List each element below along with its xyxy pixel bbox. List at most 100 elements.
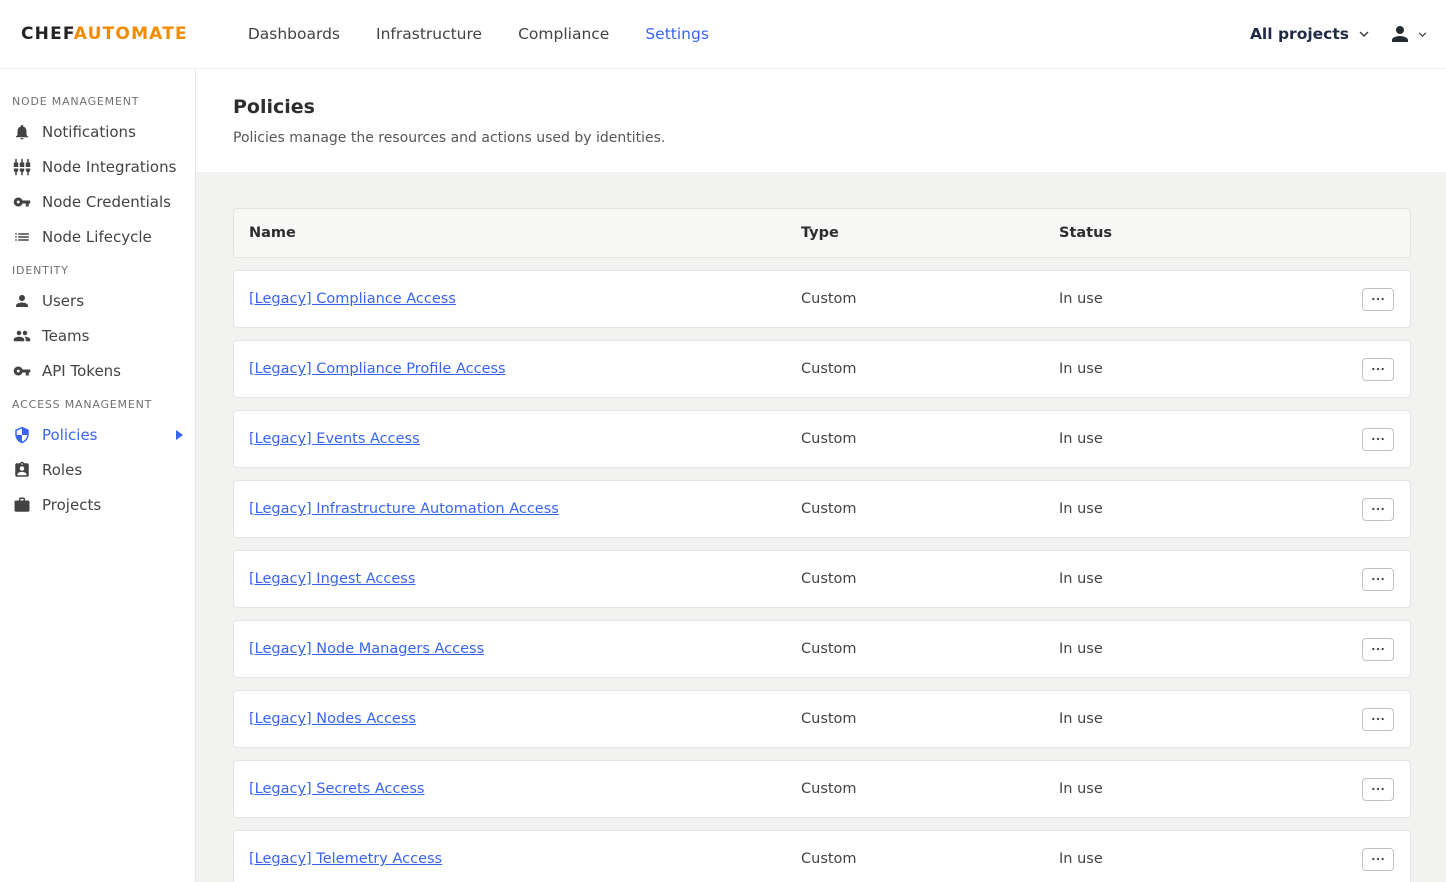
brand-automate: AUTOMATE: [74, 24, 188, 44]
sidebar-section: NODE MANAGEMENT Notifications Node Integ…: [0, 85, 195, 254]
more-options-icon: [1370, 361, 1386, 377]
sidebar-item-label: Policies: [42, 426, 97, 444]
sidebar-section: IDENTITY Users Teams API Tokens: [0, 254, 195, 388]
sidebar-item-label: Users: [42, 292, 84, 310]
sidebar-section-title: ACCESS MANAGEMENT: [0, 388, 195, 417]
policy-type: Custom: [801, 361, 1059, 377]
table-rows: [Legacy] Compliance Access Custom In use…: [233, 270, 1411, 882]
row-more-button[interactable]: [1362, 568, 1394, 591]
sidebar-item-node-integrations[interactable]: Node Integrations: [0, 149, 195, 184]
policy-link[interactable]: [Legacy] Telemetry Access: [249, 851, 442, 867]
chevron-down-icon: [1415, 27, 1430, 42]
more-options-icon: [1370, 711, 1386, 727]
integrations-icon: [12, 157, 31, 176]
sidebar-item-api-tokens[interactable]: API Tokens: [0, 353, 195, 388]
sidebar-item-label: Node Integrations: [42, 158, 176, 176]
policies-table: Name Type Status [Legacy] Compliance Acc…: [196, 172, 1446, 882]
row-more-button[interactable]: [1362, 778, 1394, 801]
policy-link[interactable]: [Legacy] Node Managers Access: [249, 641, 484, 657]
sidebar-item-label: Node Credentials: [42, 193, 171, 211]
main-content: Policies Policies manage the resources a…: [196, 69, 1446, 882]
row-more-button[interactable]: [1362, 428, 1394, 451]
table-row: [Legacy] Compliance Profile Access Custo…: [233, 340, 1411, 398]
sidebar: NODE MANAGEMENT Notifications Node Integ…: [0, 69, 196, 882]
more-options-icon: [1370, 851, 1386, 867]
more-options-icon: [1370, 641, 1386, 657]
row-more-button[interactable]: [1362, 358, 1394, 381]
sidebar-section-title: NODE MANAGEMENT: [0, 85, 195, 114]
topnav-right: All projects: [1250, 21, 1430, 47]
user-menu[interactable]: [1387, 21, 1430, 47]
table-row: [Legacy] Telemetry Access Custom In use: [233, 830, 1411, 882]
nav-item-compliance[interactable]: Compliance: [518, 25, 609, 43]
sidebar-item-node-lifecycle[interactable]: Node Lifecycle: [0, 219, 195, 254]
policy-status: In use: [1059, 361, 1346, 377]
table-row: [Legacy] Events Access Custom In use: [233, 410, 1411, 468]
nav-item-settings[interactable]: Settings: [645, 25, 709, 43]
policy-link[interactable]: [Legacy] Infrastructure Automation Acces…: [249, 501, 559, 517]
sidebar-item-teams[interactable]: Teams: [0, 318, 195, 353]
sidebar-item-label: Node Lifecycle: [42, 228, 152, 246]
policy-type: Custom: [801, 291, 1059, 307]
policy-link[interactable]: [Legacy] Compliance Access: [249, 291, 456, 307]
policy-status: In use: [1059, 501, 1346, 517]
page-header: Policies Policies manage the resources a…: [196, 69, 1446, 172]
chevron-down-icon: [1355, 25, 1373, 43]
row-more-button[interactable]: [1362, 848, 1394, 871]
sidebar-item-users[interactable]: Users: [0, 283, 195, 318]
page-title: Policies: [233, 96, 1410, 118]
policy-type: Custom: [801, 571, 1059, 587]
active-item-arrow-icon: [176, 430, 183, 440]
sidebar-item-label: Notifications: [42, 123, 136, 141]
nav-item-infrastructure[interactable]: Infrastructure: [376, 25, 482, 43]
row-more-button[interactable]: [1362, 638, 1394, 661]
table-row: [Legacy] Secrets Access Custom In use: [233, 760, 1411, 818]
policy-status: In use: [1059, 291, 1346, 307]
projects-dropdown[interactable]: All projects: [1250, 25, 1373, 43]
bell-icon: [12, 122, 31, 141]
sidebar-item-label: Teams: [42, 327, 89, 345]
projects-dropdown-label: All projects: [1250, 25, 1349, 43]
row-more-button[interactable]: [1362, 498, 1394, 521]
row-more-button[interactable]: [1362, 708, 1394, 731]
main-nav: Dashboards Infrastructure Compliance Settin…: [248, 25, 709, 43]
policy-status: In use: [1059, 571, 1346, 587]
table-header-row: Name Type Status: [233, 208, 1411, 258]
page-subtitle: Policies manage the resources and action…: [233, 130, 1410, 146]
sidebar-item-node-credentials[interactable]: Node Credentials: [0, 184, 195, 219]
sidebar-item-notifications[interactable]: Notifications: [0, 114, 195, 149]
policy-link[interactable]: [Legacy] Ingest Access: [249, 571, 415, 587]
sidebar-item-policies[interactable]: Policies: [0, 417, 195, 452]
nav-item-dashboards[interactable]: Dashboards: [248, 25, 340, 43]
more-options-icon: [1370, 291, 1386, 307]
policy-type: Custom: [801, 781, 1059, 797]
table-row: [Legacy] Nodes Access Custom In use: [233, 690, 1411, 748]
more-options-icon: [1370, 781, 1386, 797]
sidebar-item-label: API Tokens: [42, 362, 121, 380]
table-row: [Legacy] Node Managers Access Custom In …: [233, 620, 1411, 678]
table-row: [Legacy] Ingest Access Custom In use: [233, 550, 1411, 608]
sidebar-item-projects[interactable]: Projects: [0, 487, 195, 522]
row-more-button[interactable]: [1362, 288, 1394, 311]
sidebar-item-roles[interactable]: Roles: [0, 452, 195, 487]
policy-link[interactable]: [Legacy] Secrets Access: [249, 781, 424, 797]
policy-link[interactable]: [Legacy] Compliance Profile Access: [249, 361, 506, 377]
policy-type: Custom: [801, 851, 1059, 867]
policy-type: Custom: [801, 431, 1059, 447]
policy-type: Custom: [801, 711, 1059, 727]
briefcase-icon: [12, 495, 31, 514]
chef-automate-logo[interactable]: CHEFAUTOMATE: [21, 24, 188, 44]
sidebar-section-title: IDENTITY: [0, 254, 195, 283]
list-icon: [12, 227, 31, 246]
table-row: [Legacy] Infrastructure Automation Acces…: [233, 480, 1411, 538]
policy-type: Custom: [801, 641, 1059, 657]
column-header-type: Type: [801, 225, 1059, 241]
policy-status: In use: [1059, 431, 1346, 447]
policy-type: Custom: [801, 501, 1059, 517]
policy-status: In use: [1059, 641, 1346, 657]
sidebar-section: ACCESS MANAGEMENT Policies Roles Project…: [0, 388, 195, 522]
more-options-icon: [1370, 571, 1386, 587]
policy-link[interactable]: [Legacy] Events Access: [249, 431, 420, 447]
policy-link[interactable]: [Legacy] Nodes Access: [249, 711, 416, 727]
person-icon: [12, 291, 31, 310]
